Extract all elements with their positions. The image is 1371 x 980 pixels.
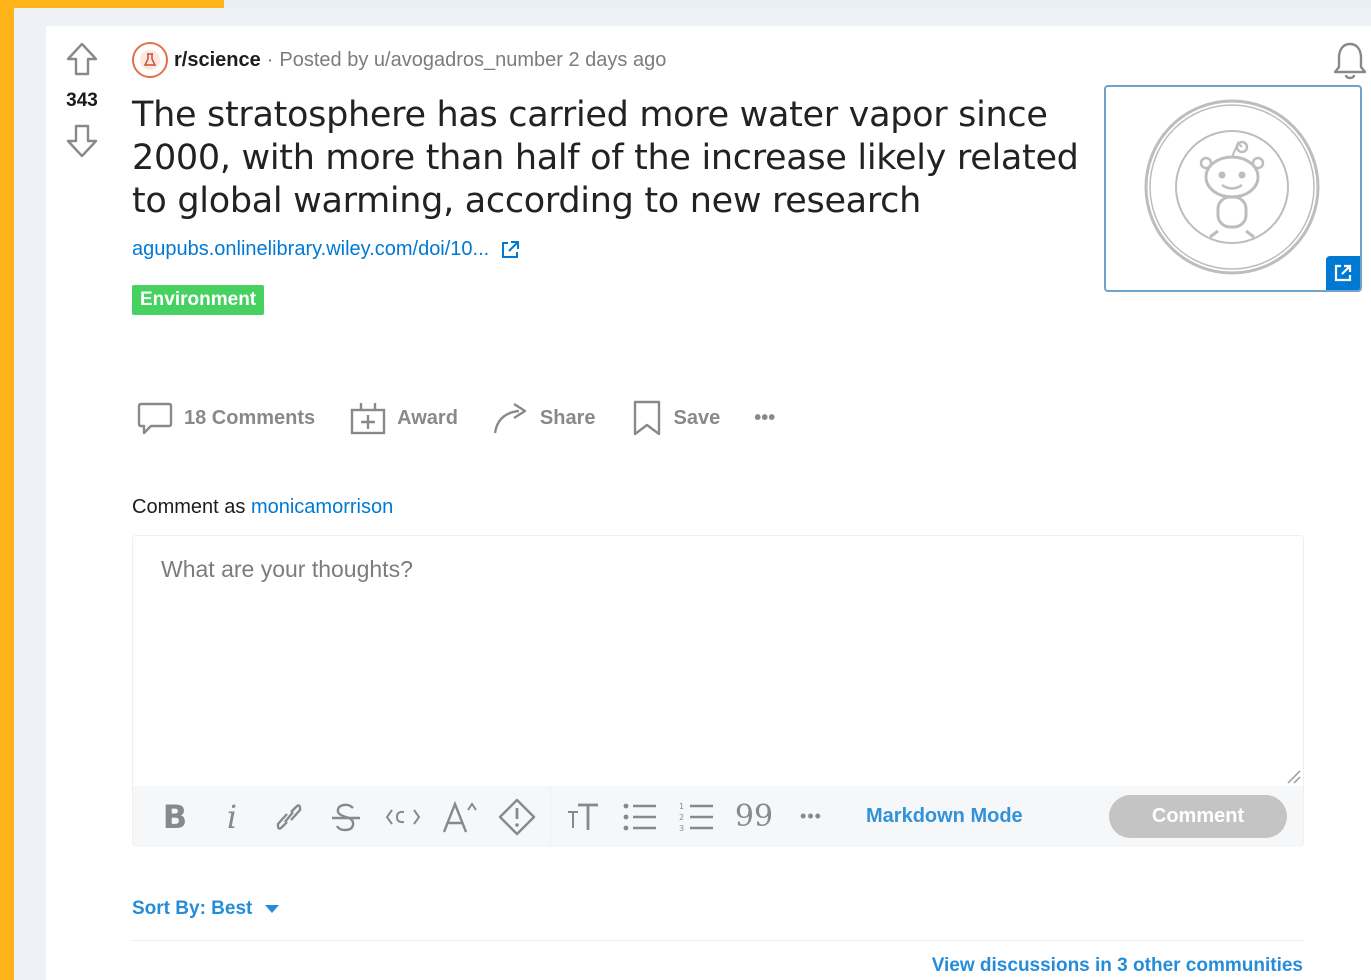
gift-icon xyxy=(350,403,386,435)
bold-button[interactable]: B xyxy=(155,797,195,837)
comment-submit-button[interactable]: Comment xyxy=(1109,795,1287,838)
superscript-button[interactable] xyxy=(440,797,480,837)
post-link[interactable]: agupubs.onlinelibrary.wiley.com/doi/10..… xyxy=(132,238,521,261)
italic-button[interactable]: i xyxy=(212,797,252,837)
vote-count: 343 xyxy=(66,90,98,111)
thumbnail-external-link[interactable] xyxy=(1326,256,1360,290)
downvote-icon[interactable] xyxy=(65,120,99,160)
italic-icon: i xyxy=(226,797,238,836)
posted-by[interactable]: Posted by u/avogadros_number 2 days ago xyxy=(279,49,666,72)
subreddit-avatar[interactable] xyxy=(132,42,168,78)
comments-button[interactable]: 18 Comments xyxy=(136,399,315,437)
external-link-icon xyxy=(1334,264,1352,282)
bell-icon[interactable] xyxy=(1330,40,1370,82)
background-top-band xyxy=(224,0,1371,8)
quote-icon: 99 xyxy=(734,799,774,834)
background-orange-strip xyxy=(0,0,14,980)
sort-dropdown[interactable]: Sort By: Best xyxy=(132,898,280,920)
bulleted-list-icon xyxy=(623,803,656,830)
inline-code-icon xyxy=(385,808,421,825)
post-actions: 18 Comments Award Share Save ••• xyxy=(136,396,809,440)
svg-text:3: 3 xyxy=(679,824,684,833)
more-options-button[interactable]: ••• xyxy=(754,407,775,430)
heading-icon xyxy=(568,803,598,830)
external-link-icon[interactable] xyxy=(499,239,521,261)
comments-count: 18 Comments xyxy=(184,406,316,429)
flask-icon xyxy=(140,50,160,70)
post-title[interactable]: The stratosphere has carried more water … xyxy=(132,94,1082,223)
comment-editor: B i xyxy=(132,535,1304,847)
quote-button[interactable]: 99 xyxy=(734,797,774,837)
resize-grip-icon[interactable] xyxy=(1285,768,1301,784)
editor-toolbar: B i 1 2 3 99 ••• Markdown Mode Comment xyxy=(133,786,1303,847)
bookmark-icon xyxy=(633,400,660,436)
post-flair[interactable]: Environment xyxy=(132,285,265,315)
strikethrough-button[interactable] xyxy=(326,797,366,837)
share-icon xyxy=(493,402,527,434)
more-formatting-button[interactable]: ••• xyxy=(791,797,831,837)
superscript-icon xyxy=(442,800,477,832)
toolbar-separator xyxy=(550,786,551,847)
svg-text:1: 1 xyxy=(679,802,684,811)
subreddit-name[interactable]: r/science xyxy=(174,49,261,72)
comment-as: Comment as monicamorrison xyxy=(132,496,393,519)
share-button[interactable]: Share xyxy=(492,399,596,437)
sort-label: Sort By: Best xyxy=(132,898,253,919)
post-link-text[interactable]: agupubs.onlinelibrary.wiley.com/doi/10..… xyxy=(132,238,489,261)
numbered-list-button[interactable]: 1 2 3 xyxy=(677,797,717,837)
background-orange-top xyxy=(0,0,224,8)
inline-code-button[interactable] xyxy=(383,797,423,837)
journal-seal-icon xyxy=(1144,99,1320,275)
link-button[interactable] xyxy=(269,797,309,837)
award-label: Award xyxy=(397,406,458,429)
award-button[interactable]: Award xyxy=(349,399,458,437)
save-label: Save xyxy=(673,406,721,429)
divider xyxy=(132,940,1304,941)
comment-as-label: Comment as xyxy=(132,496,246,518)
bulleted-list-button[interactable] xyxy=(620,797,660,837)
post-meta: r/science · Posted by u/avogadros_number… xyxy=(132,42,666,78)
svg-text:2: 2 xyxy=(679,813,684,822)
upvote-icon[interactable] xyxy=(65,40,99,80)
numbered-list-icon: 1 2 3 xyxy=(679,802,713,833)
spoiler-button[interactable] xyxy=(497,797,537,837)
markdown-mode-toggle[interactable]: Markdown Mode xyxy=(866,805,1023,828)
post-thumbnail[interactable] xyxy=(1104,85,1362,292)
bold-icon: B xyxy=(162,797,188,836)
caret-down-icon xyxy=(265,905,280,913)
meta-separator: · xyxy=(266,48,274,71)
save-button[interactable]: Save xyxy=(630,399,721,437)
link-icon xyxy=(276,803,302,830)
more-options-icon: ••• xyxy=(754,406,776,429)
comment-as-username[interactable]: monicamorrison xyxy=(251,496,393,518)
more-formatting-icon: ••• xyxy=(800,806,822,826)
comment-icon xyxy=(137,402,173,435)
heading-button[interactable] xyxy=(563,797,603,837)
vote-column: 343 xyxy=(56,40,108,160)
strikethrough-icon xyxy=(332,803,360,831)
share-label: Share xyxy=(539,406,596,429)
spoiler-icon xyxy=(498,798,536,835)
other-discussions-link[interactable]: View discussions in 3 other communities xyxy=(932,955,1303,977)
comment-textarea[interactable] xyxy=(133,536,1303,786)
